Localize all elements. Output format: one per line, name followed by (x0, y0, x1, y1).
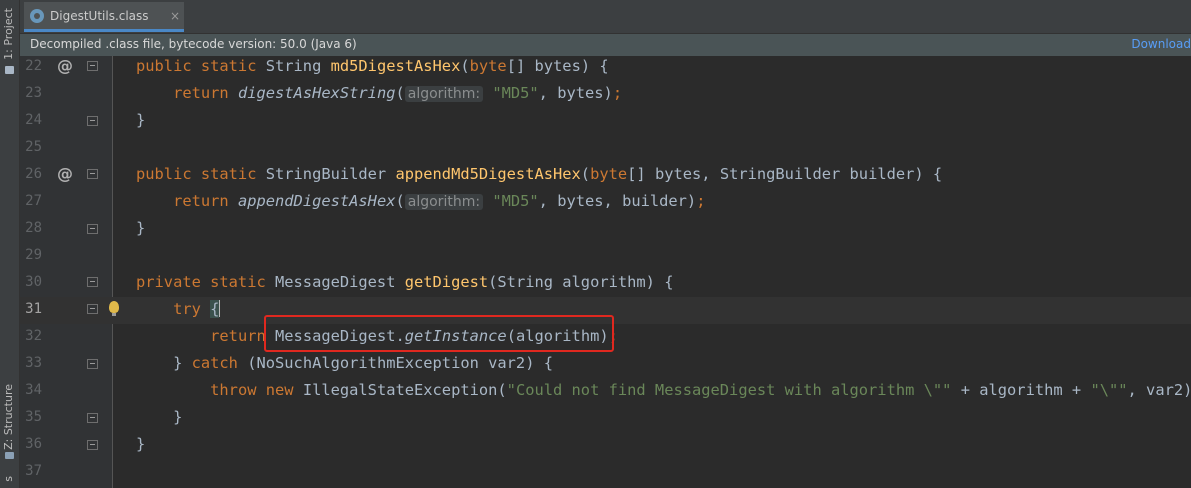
line-number[interactable]: 34 (20, 382, 42, 398)
code-text: try { (173, 300, 221, 318)
tool-window-strip: 1: Project Z: Structure s (0, 0, 20, 488)
fold-toggle-icon[interactable] (87, 169, 98, 179)
code-line-24[interactable]: 24} (20, 108, 1191, 135)
line-number[interactable]: 33 (20, 355, 42, 371)
line-number[interactable]: 23 (20, 85, 42, 101)
line-number[interactable]: 36 (20, 436, 42, 452)
code-text: public static StringBuilder appendMd5Dig… (136, 165, 943, 183)
code-editor[interactable]: 22 @ public static String md5DigestAsHex(b… (20, 56, 1191, 488)
structure-icon (5, 452, 14, 459)
code-line-37[interactable]: 37 (20, 459, 1191, 486)
override-marker-icon[interactable]: @ (57, 56, 73, 75)
code-line-23[interactable]: 23 return digestAsHexString(algorithm: "… (20, 81, 1191, 108)
fold-toggle-icon[interactable] (87, 304, 98, 314)
banner-text: Decompiled .class file, bytecode version… (30, 37, 357, 51)
fold-toggle-icon[interactable] (87, 413, 98, 423)
parameter-hint: algorithm: (404, 86, 484, 102)
fold-toggle-icon[interactable] (87, 359, 98, 369)
class-file-icon (30, 9, 44, 23)
editor-tab-bar: DigestUtils.class × (20, 0, 1191, 34)
line-number[interactable]: 27 (20, 193, 42, 209)
code-text: return appendDigestAsHex(algorithm: "MD5… (173, 192, 706, 210)
lightbulb-icon[interactable] (109, 301, 119, 316)
line-number[interactable]: 29 (20, 247, 42, 263)
code-line-22[interactable]: 22 @ public static String md5DigestAsHex(b… (20, 54, 1191, 81)
line-number[interactable]: 28 (20, 220, 42, 236)
text-caret (219, 300, 221, 317)
line-number[interactable]: 35 (20, 409, 42, 425)
code-text: throw new IllegalStateException("Could n… (210, 381, 1191, 399)
code-line-33[interactable]: 33 } catch (NoSuchAlgorithmException var… (20, 351, 1191, 378)
tab-label: DigestUtils.class (50, 9, 149, 23)
fold-toggle-icon[interactable] (87, 440, 98, 450)
highlight-box (264, 315, 614, 352)
line-number[interactable]: 22 (20, 58, 42, 74)
close-icon[interactable]: × (170, 9, 180, 23)
code-text: } (136, 219, 146, 237)
line-number[interactable]: 30 (20, 274, 42, 290)
download-sources-link[interactable]: Download (1131, 37, 1191, 51)
code-line-25[interactable]: 25 (20, 135, 1191, 162)
override-marker-icon[interactable]: @ (57, 164, 73, 183)
code-line-30[interactable]: 30 private static MessageDigest getDigest… (20, 270, 1191, 297)
code-line-29[interactable]: 29 (20, 243, 1191, 270)
code-line-35[interactable]: 35 } (20, 405, 1191, 432)
code-text: private static MessageDigest getDigest(S… (136, 273, 674, 291)
code-line-28[interactable]: 28} (20, 216, 1191, 243)
code-line-34[interactable]: 34 throw new IllegalStateException("Coul… (20, 378, 1191, 405)
parameter-hint: algorithm: (404, 194, 484, 210)
code-text: return digestAsHexString(algorithm: "MD5… (173, 84, 623, 102)
fold-toggle-icon[interactable] (87, 116, 98, 126)
structure-tool-button[interactable]: Z: Structure (2, 384, 15, 450)
code-line-27[interactable]: 27 return appendDigestAsHex(algorithm: "… (20, 189, 1191, 216)
line-number[interactable]: 24 (20, 112, 42, 128)
extra-tool-button[interactable]: s (2, 476, 15, 482)
fold-toggle-icon[interactable] (87, 61, 98, 71)
line-number[interactable]: 32 (20, 328, 42, 344)
line-number[interactable]: 26 (20, 166, 42, 182)
decompiled-info-banner: Decompiled .class file, bytecode version… (20, 34, 1191, 56)
code-text: } catch (NoSuchAlgorithmException var2) … (136, 354, 553, 372)
code-text: public static String md5DigestAsHex(byte… (136, 57, 609, 75)
code-text: } (136, 111, 146, 129)
tab-digestutils[interactable]: DigestUtils.class × (24, 2, 184, 32)
code-text: } (136, 408, 183, 426)
line-number[interactable]: 31 (20, 301, 42, 317)
fold-toggle-icon[interactable] (87, 277, 98, 287)
code-line-36[interactable]: 36} (20, 432, 1191, 459)
fold-toggle-icon[interactable] (87, 224, 98, 234)
project-tool-button[interactable]: 1: Project (2, 8, 15, 60)
line-number[interactable]: 37 (20, 463, 42, 479)
code-line-26[interactable]: 26 @ public static StringBuilder appendMd5… (20, 162, 1191, 189)
code-text: } (136, 435, 146, 453)
line-number[interactable]: 25 (20, 139, 42, 155)
folder-icon (5, 66, 14, 74)
